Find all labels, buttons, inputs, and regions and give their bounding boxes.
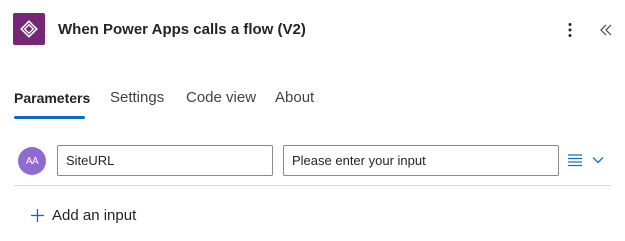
active-tab-indicator: [14, 116, 85, 119]
more-options-icon[interactable]: [561, 19, 579, 41]
add-an-input-button[interactable]: Add an input: [30, 204, 136, 226]
input-parameter-row: AA: [0, 144, 625, 178]
tab-settings[interactable]: Settings: [110, 89, 164, 106]
power-apps-icon: [13, 13, 45, 45]
card-header: When Power Apps calls a flow (V2): [0, 0, 625, 62]
add-an-input-label: Add an input: [52, 206, 137, 224]
tab-list: Parameters Settings Code view About: [0, 78, 625, 122]
tab-code-view[interactable]: Code view: [186, 89, 256, 106]
plus-icon: [31, 208, 44, 222]
collapse-panel-icon[interactable]: [596, 19, 616, 41]
avatar-text: AA: [25, 155, 39, 167]
trigger-title: When Power Apps calls a flow (V2): [58, 21, 306, 38]
parameter-name-field[interactable]: [57, 145, 273, 176]
chevron-down-icon[interactable]: [591, 153, 605, 167]
row-divider: [14, 185, 611, 186]
tab-about[interactable]: About: [275, 89, 314, 106]
text-type-avatar: AA: [18, 147, 46, 175]
list-lines-icon[interactable]: [567, 152, 583, 168]
parameter-value-field[interactable]: [283, 145, 559, 176]
tab-parameters[interactable]: Parameters: [14, 90, 90, 106]
